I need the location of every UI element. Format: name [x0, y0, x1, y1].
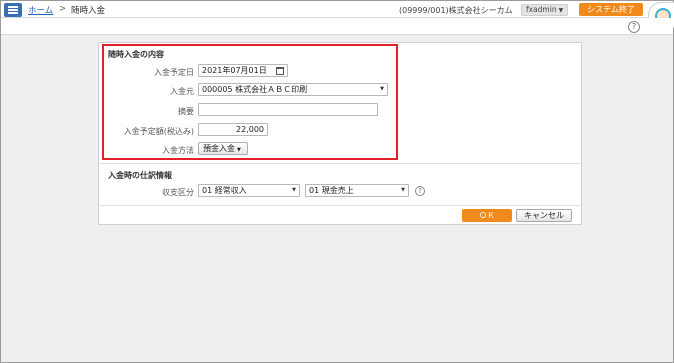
- payer-label: 入金元: [170, 87, 194, 96]
- breadcrumb-home-link[interactable]: ホーム: [28, 4, 53, 16]
- breadcrumb-current: 随時入金: [71, 6, 106, 16]
- method-label: 入金方法: [162, 146, 194, 155]
- footer-divider: [99, 205, 581, 206]
- section-title-journal: 入金時の仕訳情報: [108, 171, 172, 180]
- chevron-down-icon: ▼: [401, 187, 405, 193]
- chevron-down-icon: ▼: [380, 86, 384, 92]
- amount-label: 入金予定額(税込み): [123, 127, 194, 136]
- breadcrumb-separator: >: [59, 4, 67, 14]
- help-icon[interactable]: ?: [628, 21, 640, 33]
- highlight-box: [102, 44, 398, 160]
- chevron-down-icon: ▼: [292, 187, 296, 193]
- user-dropdown[interactable]: fxadmin ▼: [521, 4, 569, 16]
- method-dropdown[interactable]: 預金入金 ▼: [198, 142, 248, 155]
- help-bar: [1, 18, 673, 35]
- section-divider: [99, 163, 581, 164]
- date-label: 入金予定日: [154, 68, 194, 77]
- memo-label: 摘要: [178, 107, 194, 116]
- help-icon[interactable]: ?: [415, 186, 425, 196]
- date-value: 2021年07月01日: [202, 66, 267, 75]
- chevron-down-icon: ▼: [237, 147, 241, 153]
- payer-value: 000005 株式会社ＡＢＣ印刷: [202, 85, 308, 94]
- cancel-button[interactable]: キャンセル: [516, 209, 572, 222]
- date-field[interactable]: 2021年07月01日: [198, 64, 288, 77]
- calendar-icon[interactable]: [276, 67, 284, 75]
- amount-value: 22,000: [236, 125, 264, 134]
- category-value-2: 01 現金売上: [309, 186, 354, 195]
- method-value: 預金入金: [203, 144, 235, 153]
- amount-input[interactable]: 22,000: [198, 123, 268, 136]
- system-exit-button[interactable]: システム終了: [579, 3, 643, 16]
- payer-select[interactable]: 000005 株式会社ＡＢＣ印刷 ▼: [198, 83, 388, 96]
- category-select-1[interactable]: 01 経常収入 ▼: [198, 184, 300, 197]
- company-name: (09999/001)株式会社シーカム: [399, 6, 513, 15]
- chevron-down-icon: ▼: [558, 7, 564, 14]
- top-bar: ホーム > 随時入金 (09999/001)株式会社シーカム fxadmin ▼ …: [1, 1, 673, 18]
- category-value-1: 01 経常収入: [202, 186, 247, 195]
- ok-button[interactable]: ＯＫ: [462, 209, 512, 222]
- category-select-2[interactable]: 01 現金売上 ▼: [305, 184, 409, 197]
- memo-input[interactable]: [198, 103, 378, 116]
- hamburger-menu-icon[interactable]: [4, 3, 22, 17]
- section-title-payment: 随時入金の内容: [108, 50, 164, 59]
- category-label: 収支区分: [162, 188, 194, 197]
- user-name: fxadmin: [526, 5, 557, 14]
